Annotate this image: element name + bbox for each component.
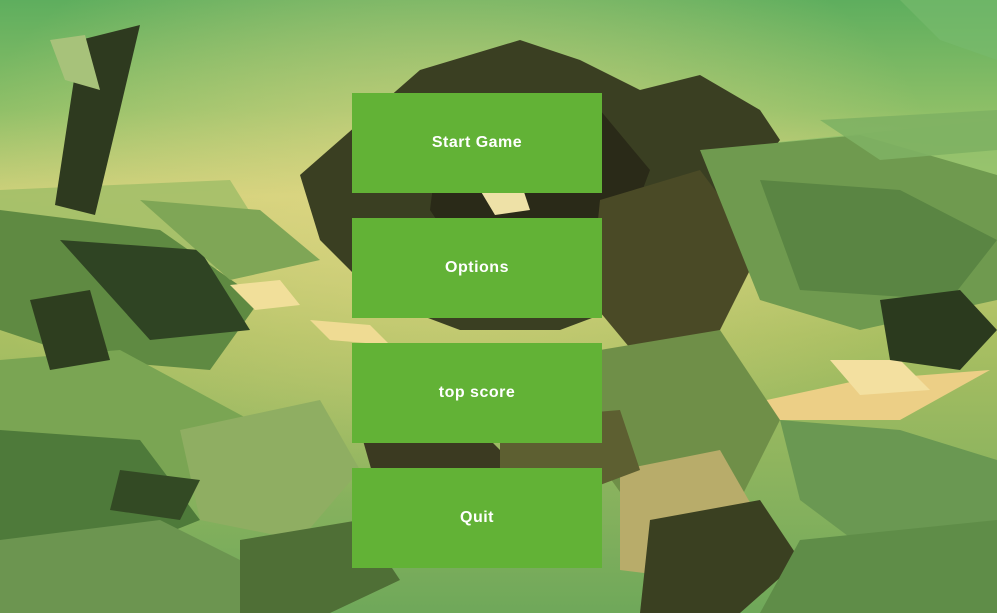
start-game-button[interactable]: Start Game	[352, 93, 602, 193]
options-button[interactable]: Options	[352, 218, 602, 318]
main-menu: Start Game Options top score Quit	[352, 93, 602, 568]
quit-button[interactable]: Quit	[352, 468, 602, 568]
top-score-button[interactable]: top score	[352, 343, 602, 443]
